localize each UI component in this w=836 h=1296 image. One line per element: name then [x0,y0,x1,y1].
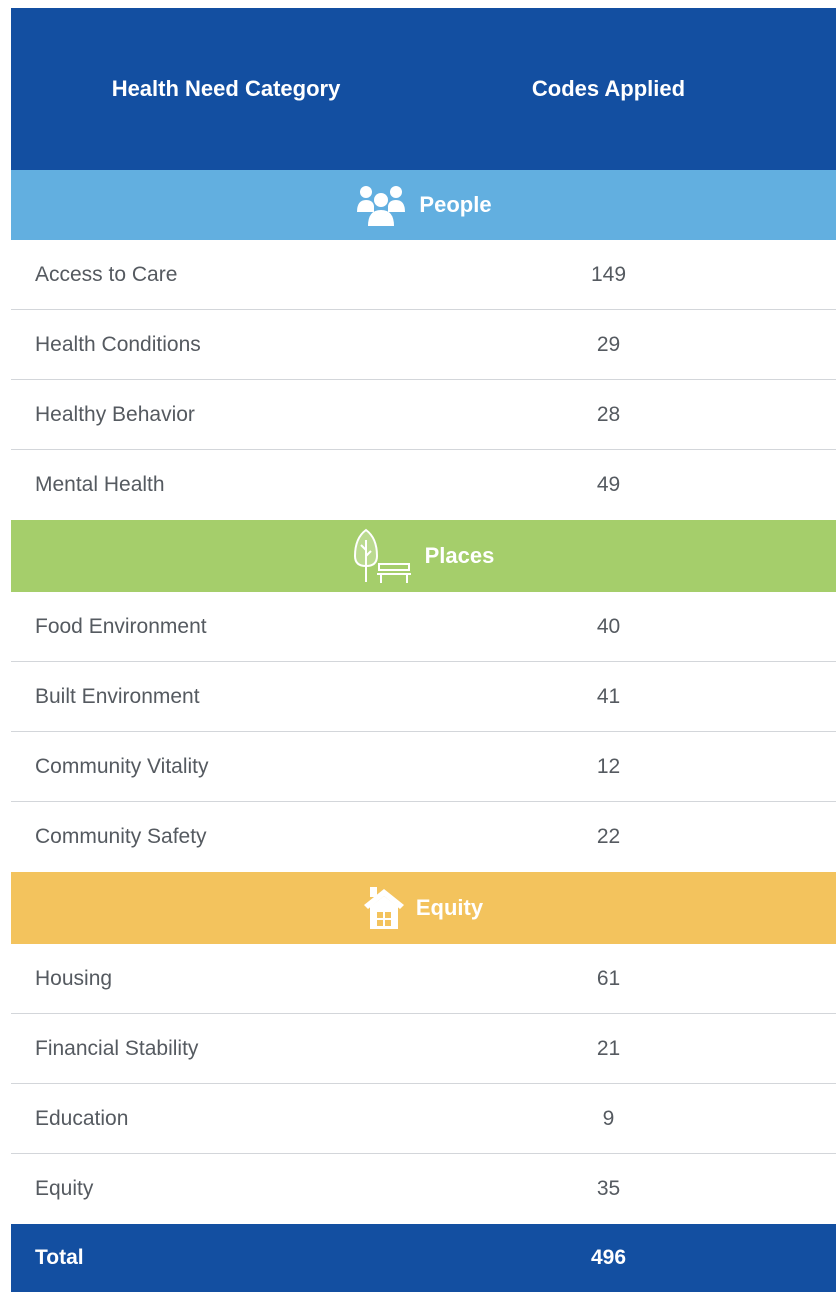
row-category: Housing [35,966,113,990]
row-codes: 22 [596,825,621,848]
total-row: Total 496 [11,1224,836,1292]
section-header-people: People [11,170,836,240]
header-category: Health Need Category [111,76,341,101]
row-codes: 149 [590,262,627,286]
row-codes: 29 [596,332,621,356]
table-row: Built Environment 41 [11,662,836,732]
table-row: Community Safety 22 [11,802,836,872]
row-category: Food Environment [35,614,207,638]
row-category: Equity [35,1177,94,1200]
section-label-places: Places [424,543,495,568]
section-label-people: People [419,192,492,217]
table-row: Equity 35 [11,1154,836,1224]
row-category: Built Environment [35,684,200,708]
row-codes: 28 [596,402,621,426]
row-codes: 61 [596,966,621,990]
table-row: Housing 61 [11,944,836,1014]
house-icon [363,885,404,931]
row-codes: 41 [596,684,621,708]
table-row: Community Vitality 12 [11,732,836,802]
tree-bench-icon [353,528,413,584]
header-codes-applied: Codes Applied [531,76,686,101]
health-needs-table: Health Need Category Codes Applied Peopl… [11,8,836,1292]
row-codes: 21 [596,1036,621,1060]
table-row: Food Environment 40 [11,592,836,662]
table-row: Healthy Behavior 28 [11,380,836,450]
table-row: Health Conditions 29 [11,310,836,380]
row-codes: 35 [596,1177,621,1200]
row-category: Healthy Behavior [35,402,195,426]
total-label: Total [35,1246,84,1269]
row-category: Community Vitality [35,754,209,778]
total-value: 496 [590,1246,627,1269]
table-row: Financial Stability 21 [11,1014,836,1084]
section-header-places: Places [11,520,836,592]
row-codes: 49 [596,473,621,496]
section-header-equity: Equity [11,872,836,944]
row-category: Health Conditions [35,332,201,356]
row-category: Community Safety [35,825,207,848]
row-codes: 12 [596,754,621,778]
row-codes: 40 [596,614,621,638]
row-category: Education [35,1106,129,1130]
row-codes: 9 [602,1106,615,1130]
table-header: Health Need Category Codes Applied [11,8,836,170]
people-group-icon [355,182,407,228]
row-category: Mental Health [35,473,165,496]
row-category: Access to Care [35,262,178,286]
table-row: Access to Care 149 [11,240,836,310]
table-row: Mental Health 49 [11,450,836,520]
table-row: Education 9 [11,1084,836,1154]
row-category: Financial Stability [35,1036,199,1060]
section-label-equity: Equity [415,895,484,920]
